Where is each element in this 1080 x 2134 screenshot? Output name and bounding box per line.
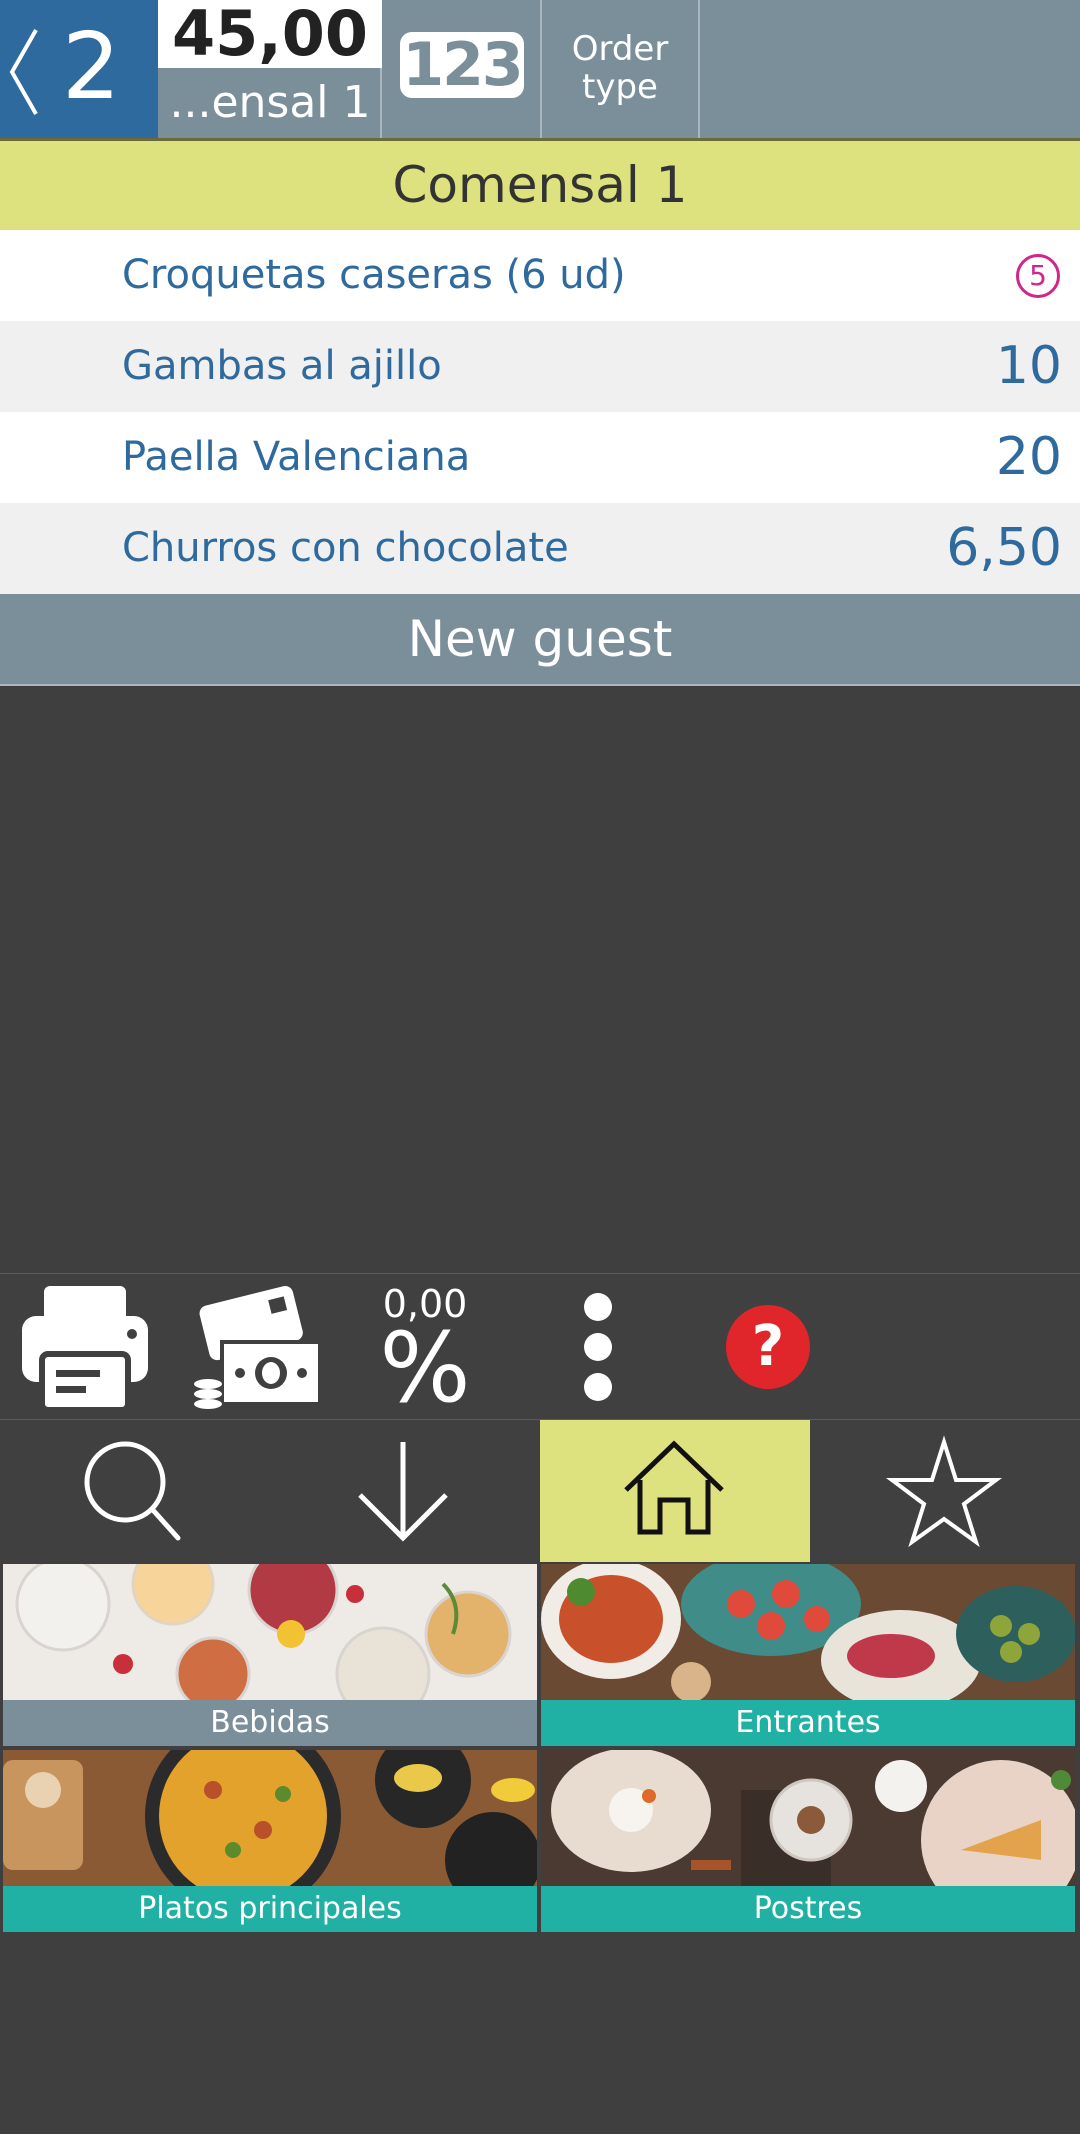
tab-download[interactable] bbox=[270, 1420, 540, 1562]
home-icon bbox=[624, 1440, 724, 1535]
chevron-left-icon bbox=[9, 29, 38, 115]
tab-favorites[interactable] bbox=[810, 1420, 1080, 1562]
category-label: Bebidas bbox=[3, 1700, 537, 1746]
quantity-badge: 5 bbox=[1016, 254, 1060, 298]
order-total: 45,00 bbox=[158, 0, 382, 68]
order-item-row[interactable]: Croquetas caseras (6 ud) 5 bbox=[0, 230, 1080, 321]
top-bar: 2 45,00 ...ensal 1 123 Order type bbox=[0, 0, 1080, 138]
item-name: Croquetas caseras (6 ud) bbox=[122, 252, 626, 298]
drinks-photo bbox=[3, 1564, 537, 1700]
printer-icon bbox=[22, 1286, 148, 1413]
item-price: 10 bbox=[995, 336, 1062, 396]
desserts-photo bbox=[541, 1750, 1075, 1886]
guest-header[interactable]: Comensal 1 bbox=[0, 138, 1080, 230]
action-toolbar: 0,00 % ? bbox=[0, 1273, 1080, 1419]
search-icon bbox=[84, 1441, 181, 1541]
arrow-down-icon bbox=[358, 1442, 448, 1542]
help-button[interactable]: ? bbox=[726, 1305, 810, 1389]
current-guest-label: ...ensal 1 bbox=[169, 77, 371, 128]
order-item-row[interactable]: Churros con chocolate 6,50 bbox=[0, 503, 1080, 594]
category-label: Platos principales bbox=[3, 1886, 537, 1932]
more-options-button[interactable] bbox=[570, 1274, 626, 1420]
numpad-button[interactable]: 123 bbox=[382, 0, 542, 138]
print-button[interactable] bbox=[20, 1274, 150, 1420]
discount-button[interactable]: 0,00 % bbox=[370, 1274, 480, 1420]
percent-icon: % bbox=[379, 1312, 471, 1424]
numpad-icon: 123 bbox=[400, 32, 524, 98]
category-tile-bebidas[interactable]: Bebidas bbox=[3, 1564, 537, 1746]
cash-payment-icon bbox=[194, 1285, 320, 1409]
item-price: 6,50 bbox=[946, 518, 1062, 578]
tab-search[interactable] bbox=[0, 1420, 270, 1562]
category-tile-postres[interactable]: Postres bbox=[541, 1750, 1075, 1932]
order-total-box[interactable]: 45,00 ...ensal 1 bbox=[158, 0, 382, 138]
order-type-button[interactable]: Order type bbox=[542, 0, 700, 138]
order-item-row[interactable]: Paella Valenciana 20 bbox=[0, 412, 1080, 503]
tab-home[interactable] bbox=[540, 1420, 810, 1562]
order-item-row[interactable]: Gambas al ajillo 10 bbox=[0, 321, 1080, 412]
item-name: Gambas al ajillo bbox=[122, 343, 442, 389]
item-name: Paella Valenciana bbox=[122, 434, 471, 480]
category-label: Postres bbox=[541, 1886, 1075, 1932]
payment-button[interactable] bbox=[192, 1274, 322, 1420]
category-tile-platos-principales[interactable]: Platos principales bbox=[3, 1750, 537, 1932]
nav-tabs bbox=[0, 1419, 1080, 1562]
item-price: 20 bbox=[995, 427, 1062, 487]
starters-photo bbox=[541, 1564, 1075, 1700]
table-number: 2 bbox=[62, 13, 121, 120]
main-dishes-photo bbox=[3, 1750, 537, 1886]
new-guest-button[interactable]: New guest bbox=[0, 594, 1080, 686]
more-vertical-icon bbox=[584, 1293, 612, 1401]
item-name: Churros con chocolate bbox=[122, 525, 569, 571]
category-label: Entrantes bbox=[541, 1700, 1075, 1746]
back-button[interactable]: 2 bbox=[0, 0, 158, 138]
star-icon bbox=[886, 1435, 1002, 1548]
category-tile-entrantes[interactable]: Entrantes bbox=[541, 1564, 1075, 1746]
